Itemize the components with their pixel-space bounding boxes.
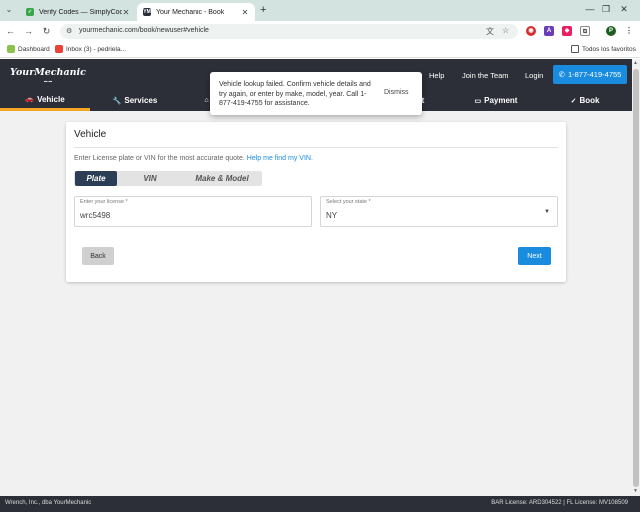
gmail-icon bbox=[55, 45, 63, 53]
bookmark-inbox[interactable]: Inbox (3) - pedriela... bbox=[55, 45, 126, 53]
hint-text: Enter License plate or VIN for the most … bbox=[74, 155, 245, 162]
bookmarks-bar: Dashboard Inbox (3) - pedriela... Todos … bbox=[0, 42, 640, 58]
call-phone-button[interactable]: ✆ 1-877-419-4755 bbox=[553, 65, 627, 84]
location-icon: ⌂ bbox=[204, 97, 209, 104]
yourmechanic-logo[interactable]: YourMechanic bbox=[10, 67, 86, 78]
card-title: Vehicle bbox=[74, 129, 107, 140]
browser-menu-icon[interactable]: ⋮ bbox=[624, 26, 634, 36]
segment-make-model[interactable]: Make & Model bbox=[186, 171, 258, 186]
profile-avatar[interactable]: P bbox=[606, 26, 616, 36]
folder-icon bbox=[571, 45, 579, 53]
tab-title: Your Mechanic - Book bbox=[156, 8, 225, 16]
close-window-icon[interactable]: ✕ bbox=[616, 4, 632, 15]
state-value[interactable]: NY bbox=[326, 211, 337, 220]
all-bookmarks-label: Todos los favoritos bbox=[582, 45, 636, 53]
forward-arrow-icon[interactable]: → bbox=[22, 25, 35, 38]
close-tab-icon[interactable]: ✕ bbox=[241, 8, 249, 17]
bookmark-star-icon[interactable]: ☆ bbox=[502, 26, 509, 35]
help-link[interactable]: Help bbox=[429, 71, 444, 80]
bookmark-dashboard[interactable]: Dashboard bbox=[7, 45, 50, 53]
minimize-window-icon[interactable]: — bbox=[582, 4, 598, 14]
step-label: Book bbox=[579, 96, 600, 105]
find-vin-link[interactable]: Help me find my VIN. bbox=[247, 155, 313, 162]
browser-toolbar: ← → ↻ ⚙ yourmechanic.com/book/newuser#ve… bbox=[0, 21, 640, 42]
site-footer: Wrench, Inc., dba YourMechanic BAR Licen… bbox=[0, 496, 640, 512]
back-arrow-icon[interactable]: ← bbox=[4, 25, 17, 38]
bookmark-label: Inbox (3) - pedriela... bbox=[66, 45, 126, 53]
toast-message: Vehicle lookup failed. Confirm vehicle d… bbox=[219, 81, 371, 107]
address-bar[interactable]: ⚙ yourmechanic.com/book/newuser#vehicle … bbox=[60, 24, 518, 39]
dashboard-favicon-icon bbox=[7, 45, 15, 53]
check-icon: ✓ bbox=[570, 97, 577, 105]
tab-simplycodes[interactable]: ✓ Verify Codes — SimplyCodes ✕ bbox=[20, 3, 136, 21]
step-vehicle[interactable]: 🚗 Vehicle bbox=[0, 90, 90, 111]
card-divider bbox=[74, 147, 558, 148]
dismiss-button[interactable]: Dismiss bbox=[384, 89, 409, 96]
wrench-icon: 🔧 bbox=[112, 97, 122, 105]
vehicle-card: Vehicle Enter License plate or VIN for t… bbox=[66, 122, 566, 282]
state-select[interactable]: Select your state * NY ▼ bbox=[320, 196, 558, 227]
car-icon: 🚗 bbox=[25, 96, 35, 103]
segment-plate[interactable]: Plate bbox=[75, 171, 117, 186]
tab-yourmechanic[interactable]: YM Your Mechanic - Book ✕ bbox=[137, 3, 255, 21]
step-book[interactable]: ✓ Book bbox=[560, 90, 610, 111]
yourmechanic-favicon-icon: YM bbox=[143, 8, 151, 16]
extension-a-icon[interactable]: A bbox=[544, 26, 554, 36]
extension-pink-icon[interactable]: ◆ bbox=[562, 26, 572, 36]
close-tab-icon[interactable]: ✕ bbox=[122, 8, 130, 17]
join-team-link[interactable]: Join the Team bbox=[462, 71, 509, 80]
segment-vin[interactable]: VIN bbox=[130, 171, 170, 186]
license-field[interactable]: Enter your license * wrc5498 bbox=[74, 196, 312, 227]
url-text[interactable]: yourmechanic.com/book/newuser#vehicle bbox=[79, 27, 209, 34]
license-label: Enter your license * bbox=[80, 199, 128, 205]
bookmark-label: Dashboard bbox=[18, 45, 50, 53]
step-label: Services bbox=[124, 96, 158, 105]
phone-icon: ✆ bbox=[558, 70, 565, 79]
new-tab-plus-icon[interactable]: + bbox=[260, 4, 266, 16]
vehicle-hint: Enter License plate or VIN for the most … bbox=[74, 155, 313, 162]
scroll-thumb[interactable] bbox=[633, 69, 639, 487]
chevron-down-icon[interactable]: ▼ bbox=[544, 209, 550, 215]
login-link[interactable]: Login bbox=[525, 71, 543, 80]
footer-licenses: BAR License: ARD304522 | FL License: MV1… bbox=[491, 500, 628, 506]
all-bookmarks-folder[interactable]: Todos los favoritos bbox=[571, 45, 636, 53]
page-scrollbar[interactable]: ▲ ▼ bbox=[632, 59, 640, 496]
lookup-method-toggle: Plate VIN Make & Model bbox=[74, 171, 262, 186]
footer-company: Wrench, Inc., dba YourMechanic bbox=[5, 500, 92, 506]
tab-title: Verify Codes — SimplyCodes bbox=[39, 8, 122, 16]
phone-number: 1-877-419-4755 bbox=[567, 70, 622, 79]
extension-red-icon[interactable]: ◉ bbox=[526, 26, 536, 36]
step-label: Payment bbox=[484, 96, 518, 105]
step-services[interactable]: 🔧 Services bbox=[95, 90, 175, 111]
step-label: Vehicle bbox=[37, 94, 65, 104]
step-payment[interactable]: ▭ Payment bbox=[466, 90, 526, 111]
next-button[interactable]: Next bbox=[518, 247, 551, 265]
logo-tagline-mark: ▬ ▬ bbox=[44, 79, 52, 83]
site-info-icon[interactable]: ⚙ bbox=[66, 27, 72, 35]
tab-search-icon[interactable]: ⌄ bbox=[4, 5, 14, 15]
extensions-puzzle-icon[interactable]: ⧉ bbox=[580, 26, 590, 36]
translate-icon[interactable]: 文 bbox=[486, 26, 494, 37]
scroll-down-arrow-icon[interactable]: ▼ bbox=[633, 488, 638, 494]
restore-window-icon[interactable]: ❐ bbox=[598, 4, 614, 15]
scroll-up-arrow-icon[interactable]: ▲ bbox=[633, 60, 638, 66]
browser-tab-strip: ⌄ ✓ Verify Codes — SimplyCodes ✕ YM Your… bbox=[0, 0, 640, 21]
back-button[interactable]: Back bbox=[82, 247, 114, 265]
reload-icon[interactable]: ↻ bbox=[40, 25, 53, 38]
state-label: Select your state * bbox=[326, 199, 371, 205]
lookup-error-toast: Vehicle lookup failed. Confirm vehicle d… bbox=[210, 72, 422, 115]
card-icon: ▭ bbox=[474, 97, 482, 105]
license-input[interactable]: wrc5498 bbox=[80, 211, 110, 220]
simplycodes-favicon-icon: ✓ bbox=[26, 8, 34, 16]
